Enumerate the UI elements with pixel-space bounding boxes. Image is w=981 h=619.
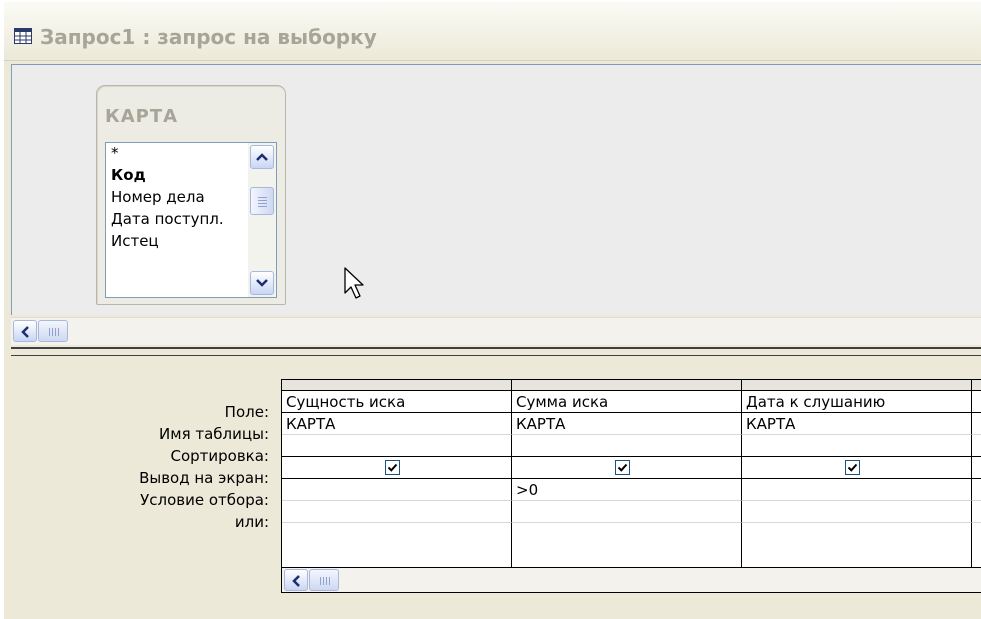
row-label-or: или:	[234, 513, 269, 531]
column-selector-3[interactable]	[742, 380, 972, 391]
show-cell	[512, 457, 742, 479]
row-label-table-name: Имя таблицы:	[159, 425, 269, 443]
query-design-window: Запрос1 : запрос на выборку КАРТА * Код …	[4, 2, 981, 619]
scroll-left-button[interactable]	[284, 569, 308, 591]
or-cell[interactable]	[512, 501, 742, 523]
row-label-sort: Сортировка:	[170, 447, 269, 465]
mouse-cursor-icon	[344, 267, 364, 299]
criteria-cell[interactable]: >0	[512, 479, 742, 501]
show-cell[interactable]	[972, 457, 981, 479]
qbe-grid[interactable]: Сущность иска КАРТА Сумма иска КАРТА >0	[281, 379, 981, 593]
horizontal-scroll-thumb[interactable]	[309, 569, 339, 591]
scroll-down-button[interactable]	[250, 271, 274, 295]
field-cell[interactable]: Дата к слушанию	[742, 391, 972, 413]
grid-horizontal-scrollbar[interactable]	[282, 567, 981, 592]
field-item-nomer-dela[interactable]: Номер дела	[111, 187, 205, 207]
field-item-istets[interactable]: Истец	[111, 231, 159, 251]
sort-cell[interactable]	[972, 435, 981, 457]
checkmark-icon	[847, 463, 858, 472]
row-label-criteria: Условие отбора:	[140, 491, 269, 509]
table-pane[interactable]: КАРТА * Код Номер дела Дата поступл. Ист…	[11, 64, 981, 315]
field-cell[interactable]: Сумма иска	[512, 391, 742, 413]
empty-cell[interactable]	[512, 523, 742, 567]
or-cell[interactable]	[972, 501, 981, 523]
field-cell[interactable]	[972, 391, 981, 413]
show-checkbox[interactable]	[845, 460, 860, 475]
table-cell[interactable]: КАРТА	[512, 413, 742, 435]
scroll-up-button[interactable]	[250, 145, 274, 169]
row-label-show: Вывод на экран:	[139, 469, 269, 487]
criteria-cell[interactable]	[972, 479, 981, 501]
criteria-cell[interactable]	[742, 479, 972, 501]
column-selector-4[interactable]	[972, 380, 981, 391]
sort-cell[interactable]	[282, 435, 512, 457]
chevron-left-icon	[292, 575, 300, 587]
title-bar[interactable]: Запрос1 : запрос на выборку	[4, 2, 981, 61]
sort-cell[interactable]	[512, 435, 742, 457]
or-cell[interactable]	[282, 501, 512, 523]
criteria-cell[interactable]	[282, 479, 512, 501]
sort-cell[interactable]	[742, 435, 972, 457]
scroll-left-button[interactable]	[13, 320, 37, 342]
window-title: Запрос1 : запрос на выборку	[40, 25, 377, 49]
field-list-scrollbar[interactable]	[248, 143, 276, 297]
table-pane-horizontal-scrollbar[interactable]	[11, 317, 981, 345]
field-item-all[interactable]: *	[111, 143, 119, 163]
chevron-down-icon	[256, 279, 268, 287]
field-list[interactable]: * Код Номер дела Дата поступл. Истец	[105, 142, 277, 298]
chevron-left-icon	[21, 326, 29, 338]
table-cell[interactable]: КАРТА	[742, 413, 972, 435]
empty-cell[interactable]	[742, 523, 972, 567]
table-cell[interactable]	[972, 413, 981, 435]
empty-cell[interactable]	[282, 523, 512, 567]
field-item-kod[interactable]: Код	[111, 165, 146, 185]
show-cell	[282, 457, 512, 479]
horizontal-scroll-thumb[interactable]	[38, 320, 68, 342]
row-label-field: Поле:	[224, 403, 269, 421]
checkmark-icon	[617, 463, 628, 472]
table-field-list-window[interactable]: КАРТА * Код Номер дела Дата поступл. Ист…	[96, 85, 286, 305]
scroll-thumb[interactable]	[250, 187, 274, 215]
chevron-up-icon	[256, 153, 268, 161]
query-design-grid-area: Поле: Имя таблицы: Сортировка: Вывод на …	[11, 356, 981, 619]
column-selector-1[interactable]	[282, 380, 512, 391]
query-window-icon	[14, 28, 32, 44]
show-checkbox[interactable]	[615, 460, 630, 475]
table-cell[interactable]: КАРТА	[282, 413, 512, 435]
field-item-data-postupl[interactable]: Дата поступл.	[111, 209, 224, 229]
show-checkbox[interactable]	[385, 460, 400, 475]
field-cell[interactable]: Сущность иска	[282, 391, 512, 413]
column-selector-2[interactable]	[512, 380, 742, 391]
checkmark-icon	[387, 463, 398, 472]
show-cell	[742, 457, 972, 479]
or-cell[interactable]	[742, 501, 972, 523]
table-name: КАРТА	[105, 106, 179, 127]
